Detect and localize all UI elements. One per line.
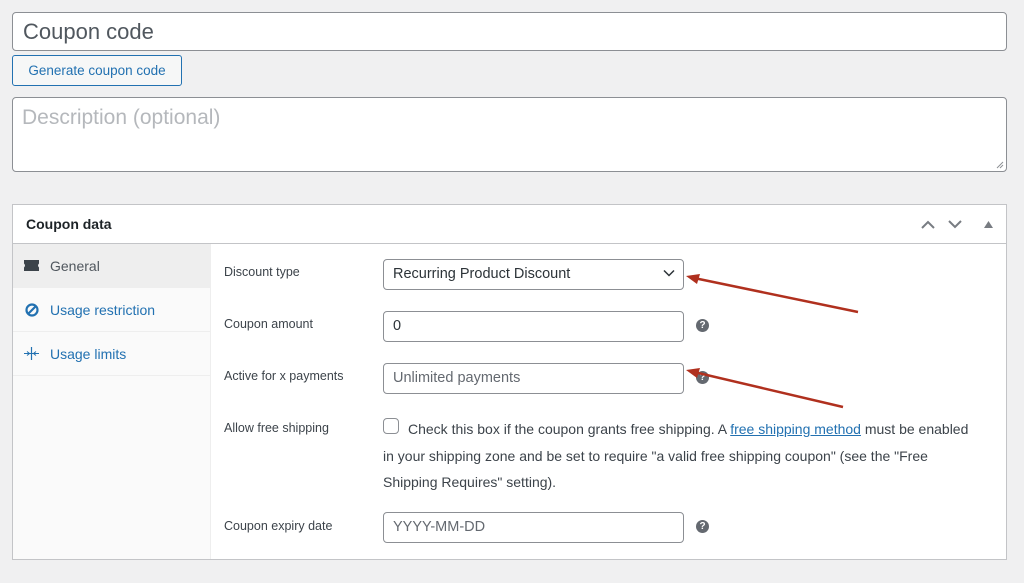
- tab-general[interactable]: General: [13, 244, 210, 288]
- tab-label: Usage restriction: [50, 301, 156, 318]
- limits-icon: [23, 345, 40, 362]
- resize-handle-icon[interactable]: [996, 161, 1004, 169]
- free-shipping-method-link[interactable]: free shipping method: [730, 421, 861, 437]
- chevron-down-icon: [948, 219, 962, 228]
- help-icon[interactable]: ?: [696, 371, 709, 384]
- tab-usage-limits[interactable]: Usage limits: [13, 332, 210, 376]
- description-textarea[interactable]: Description (optional): [12, 97, 1007, 172]
- ticket-icon: [23, 257, 40, 274]
- coupon-tabs: General Usage restriction Usage limits: [13, 244, 211, 559]
- toggle-panel-button[interactable]: [978, 214, 998, 234]
- discount-type-value: Recurring Product Discount: [393, 266, 571, 282]
- free-shipping-text-before: Check this box if the coupon grants free…: [408, 421, 731, 437]
- active-payments-input[interactable]: Unlimited payments: [383, 363, 684, 394]
- move-down-button[interactable]: [945, 214, 965, 234]
- block-icon: [23, 301, 40, 318]
- chevron-down-icon: [663, 269, 675, 277]
- triangle-up-icon: [983, 220, 993, 228]
- free-shipping-label: Allow free shipping: [224, 421, 329, 435]
- coupon-amount-label: Coupon amount: [224, 317, 313, 331]
- panel-header: Coupon data: [13, 205, 1006, 244]
- discount-type-label: Discount type: [224, 265, 300, 279]
- panel-title: Coupon data: [26, 216, 112, 232]
- generate-coupon-code-button[interactable]: Generate coupon code: [12, 55, 182, 86]
- free-shipping-description: Check this box if the coupon grants free…: [383, 416, 983, 496]
- discount-type-select[interactable]: Recurring Product Discount: [383, 259, 684, 290]
- help-icon[interactable]: ?: [696, 319, 709, 332]
- description-placeholder: Description (optional): [22, 106, 221, 129]
- active-payments-label: Active for x payments: [224, 369, 344, 383]
- help-icon[interactable]: ?: [696, 520, 709, 533]
- coupon-amount-input[interactable]: 0: [383, 311, 684, 342]
- chevron-up-icon: [921, 220, 935, 229]
- expiry-date-label: Coupon expiry date: [224, 519, 333, 533]
- tab-usage-restriction[interactable]: Usage restriction: [13, 288, 210, 332]
- expiry-date-input[interactable]: YYYY-MM-DD: [383, 512, 684, 543]
- move-up-button[interactable]: [918, 214, 938, 234]
- tab-label: General: [50, 257, 100, 274]
- coupon-code-input[interactable]: Coupon code: [12, 12, 1007, 51]
- tab-label: Usage limits: [50, 345, 127, 362]
